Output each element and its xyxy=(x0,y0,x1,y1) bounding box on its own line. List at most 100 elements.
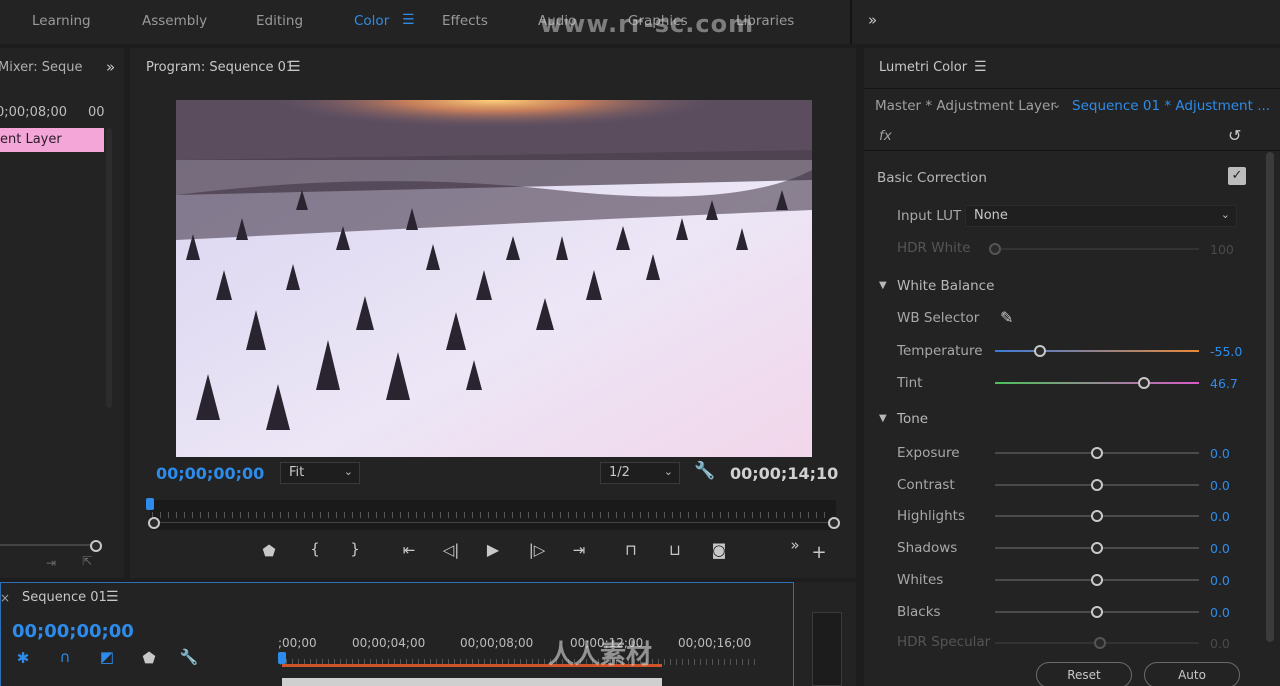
magnet-icon[interactable]: ∩ xyxy=(54,648,76,666)
tone-header[interactable]: Tone xyxy=(897,411,928,427)
eyedropper-icon[interactable]: ✎ xyxy=(1000,308,1013,327)
temperature-slider-track[interactable] xyxy=(995,350,1199,352)
program-video-frame[interactable] xyxy=(176,100,812,457)
lumetri-scrollbar[interactable] xyxy=(1266,152,1274,642)
export-icon[interactable]: ⇥ xyxy=(46,556,56,570)
add-button-icon[interactable]: + xyxy=(808,542,830,563)
tab-learning[interactable]: Learning xyxy=(32,13,91,29)
fit-dropdown[interactable]: Fit ⌄ xyxy=(280,462,360,484)
close-icon[interactable]: × xyxy=(0,591,10,605)
zoom-handle-left[interactable] xyxy=(148,517,160,529)
hdr-white-handle xyxy=(989,243,1001,255)
chevron-down-icon: ⌄ xyxy=(1220,208,1230,221)
timeline-current-time[interactable]: 00;00;00;00 xyxy=(12,621,134,642)
left-zoom-track[interactable] xyxy=(0,544,90,546)
basic-correction-header[interactable]: Basic Correction xyxy=(877,170,987,186)
mark-in-icon[interactable]: { xyxy=(304,540,326,558)
shadows-slider-handle[interactable] xyxy=(1091,542,1103,555)
wrench-icon[interactable]: 🔧 xyxy=(178,648,200,666)
camera-icon[interactable]: ◙ xyxy=(708,541,730,559)
tab-editing[interactable]: Editing xyxy=(256,13,303,29)
tab-effects[interactable]: Effects xyxy=(442,13,488,29)
sequence-tab-title[interactable]: Sequence 01 xyxy=(22,590,107,605)
lumetri-title[interactable]: Lumetri Color xyxy=(879,60,967,75)
blacks-slider-handle[interactable] xyxy=(1091,605,1103,618)
tab-color[interactable]: Color xyxy=(354,13,389,29)
adjustment-clip[interactable] xyxy=(282,678,662,686)
linked-selection-icon[interactable]: ◩ xyxy=(96,648,118,666)
chevron-down-icon[interactable]: ⌄ xyxy=(1052,98,1061,111)
hdr-specular-value: 0.0 xyxy=(1210,636,1230,651)
shadows-slider-value[interactable]: 0.0 xyxy=(1210,541,1230,556)
sequence-clip-label[interactable]: Sequence 01 * Adjustment ... xyxy=(1072,98,1270,114)
extract-icon[interactable]: ⊔ xyxy=(664,541,686,559)
contrast-slider-value[interactable]: 0.0 xyxy=(1210,478,1230,493)
more-workspaces-icon[interactable]: » xyxy=(868,11,877,29)
go-to-out-icon[interactable]: ⇥ xyxy=(568,541,590,559)
input-lut-dropdown[interactable]: None ⌄ xyxy=(965,205,1237,227)
fx-icon[interactable]: fx xyxy=(879,128,892,144)
snap-icon[interactable]: ✱ xyxy=(12,649,34,667)
tint-slider-handle[interactable] xyxy=(1137,377,1150,389)
chevron-down-icon: ⌄ xyxy=(343,465,353,478)
contrast-slider-handle[interactable] xyxy=(1091,478,1103,491)
temperature-slider-value[interactable]: -55.0 xyxy=(1210,344,1242,359)
hdr-white-label: HDR White xyxy=(897,240,971,256)
whites-slider-value[interactable]: 0.0 xyxy=(1210,573,1230,588)
exposure-slider-handle[interactable] xyxy=(1091,447,1103,459)
divider xyxy=(850,0,852,44)
highlights-slider-label: Highlights xyxy=(897,508,965,525)
highlights-slider-handle[interactable] xyxy=(1091,510,1103,523)
ruler-label: 00;00;04;00 xyxy=(352,636,426,650)
sequence-menu-icon[interactable]: ☰ xyxy=(106,589,119,605)
blacks-slider-value[interactable]: 0.0 xyxy=(1210,605,1230,620)
wb-selector-label: WB Selector xyxy=(897,310,980,326)
exposure-slider-value[interactable]: 0.0 xyxy=(1210,446,1230,461)
basic-correction-checkbox[interactable]: ✓ xyxy=(1228,167,1246,185)
playhead[interactable] xyxy=(146,498,154,510)
wrench-icon[interactable]: 🔧 xyxy=(694,461,715,481)
chevron-down-icon[interactable]: ▼ xyxy=(879,413,887,424)
temperature-slider-handle[interactable] xyxy=(1033,345,1046,357)
reset-button[interactable]: Reset xyxy=(1036,662,1132,686)
more-panels-icon[interactable]: » xyxy=(106,58,115,76)
program-menu-icon[interactable]: ☰ xyxy=(288,59,301,75)
marker-icon[interactable]: ⬟ xyxy=(138,649,160,667)
exposure-slider-label: Exposure xyxy=(897,445,960,461)
lift-icon[interactable]: ⊓ xyxy=(620,541,642,559)
left-zoom-handle[interactable] xyxy=(90,540,102,552)
tint-slider-track[interactable] xyxy=(995,382,1199,384)
play-icon[interactable]: ▶ xyxy=(482,540,504,559)
scrub-ticks xyxy=(152,512,832,518)
adjustment-layer-clip[interactable]: ent Layer xyxy=(0,128,104,152)
step-back-icon[interactable]: ◁| xyxy=(440,541,462,559)
program-current-time[interactable]: 00;00;00;00 xyxy=(156,464,264,483)
temperature-slider-label: Temperature xyxy=(897,343,983,359)
tint-slider-value[interactable]: 46.7 xyxy=(1210,376,1238,391)
go-to-in-icon[interactable]: ⇤ xyxy=(398,541,420,559)
mark-out-icon[interactable]: } xyxy=(344,540,366,558)
master-clip-label[interactable]: Master * Adjustment Layer xyxy=(875,98,1056,114)
auto-button[interactable]: Auto xyxy=(1144,662,1240,686)
program-panel-title[interactable]: Program: Sequence 01 xyxy=(146,60,294,75)
whites-slider-handle[interactable] xyxy=(1091,573,1103,586)
resolution-dropdown[interactable]: 1/2 ⌄ xyxy=(600,462,680,484)
lumetri-menu-icon[interactable]: ☰ xyxy=(974,59,987,75)
zoom-handle-right[interactable] xyxy=(828,517,840,529)
add-marker-icon[interactable]: ⬟ xyxy=(258,542,280,560)
mixer-panel-title[interactable]: Mixer: Seque xyxy=(0,60,83,75)
divider xyxy=(864,88,1280,89)
chevron-down-icon[interactable]: ▼ xyxy=(879,280,887,291)
whites-slider-label: Whites xyxy=(897,571,944,588)
step-forward-icon[interactable]: |▷ xyxy=(526,541,548,559)
share-icon[interactable]: ⇱ xyxy=(82,554,92,568)
tab-assembly[interactable]: Assembly xyxy=(142,13,207,29)
hdr-specular-label: HDR Specular xyxy=(897,634,991,650)
timeline-playhead[interactable] xyxy=(278,652,286,664)
more-controls-icon[interactable]: » xyxy=(784,536,806,554)
highlights-slider-value[interactable]: 0.0 xyxy=(1210,509,1230,524)
white-balance-header[interactable]: White Balance xyxy=(897,278,994,294)
reset-effect-icon[interactable]: ↺ xyxy=(1228,126,1241,145)
left-scrollbar[interactable] xyxy=(106,128,112,408)
color-tab-menu-icon[interactable]: ☰ xyxy=(402,12,415,28)
